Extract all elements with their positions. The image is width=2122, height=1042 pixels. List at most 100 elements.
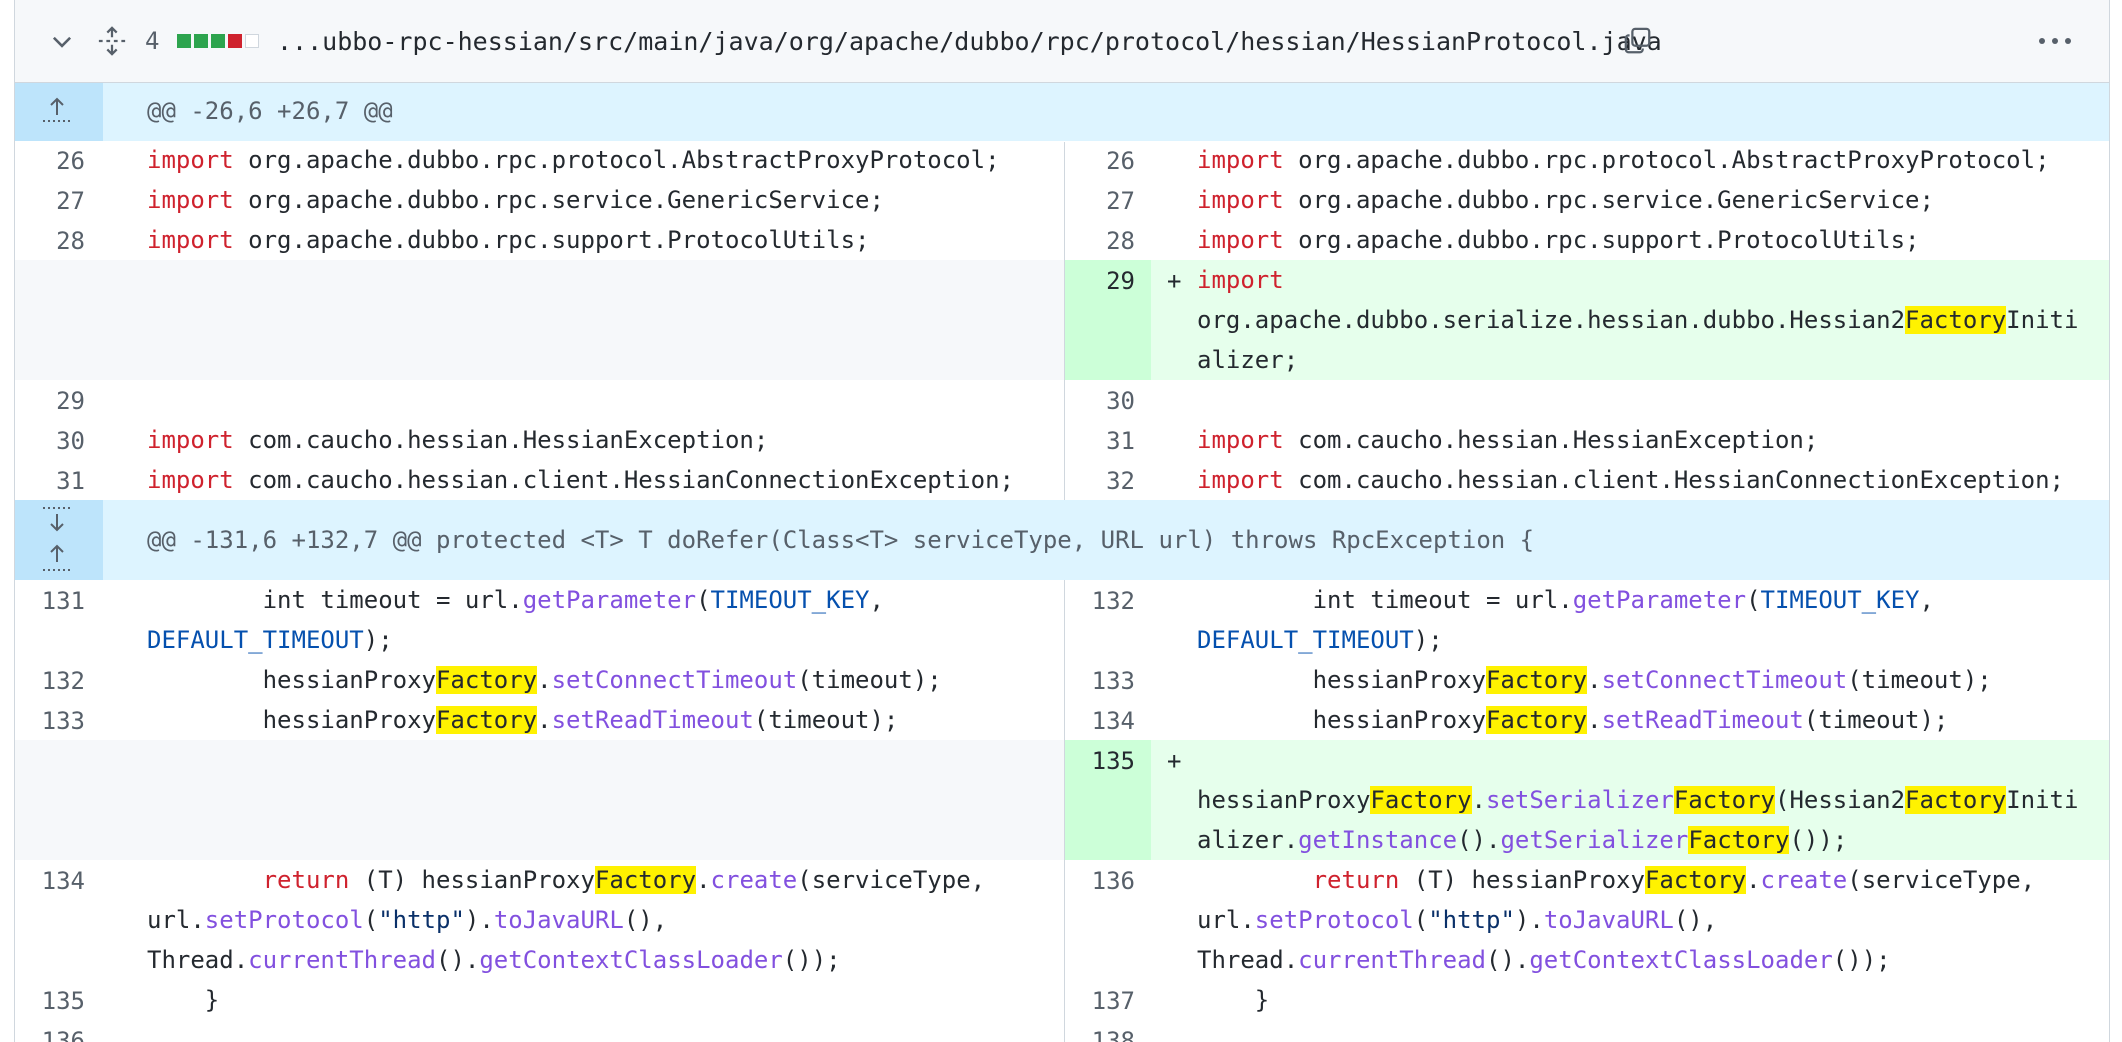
code-text: url. — [147, 906, 205, 934]
diffstat-block — [228, 34, 242, 48]
keyword: import — [1197, 186, 1284, 214]
code-text: (timeout); — [753, 706, 899, 734]
code-text: (), — [623, 906, 668, 934]
line-number-right-added[interactable]: 29 — [1065, 267, 1135, 295]
expand-down-icon[interactable] — [37, 504, 77, 538]
method-name: create — [710, 866, 798, 894]
line-number-left[interactable]: 136 — [15, 1027, 85, 1042]
keyword: import — [1197, 266, 1284, 294]
code-text: alizer; — [1197, 346, 1299, 374]
code-text: . — [537, 666, 552, 694]
hunk-header-text: @@ -131,6 +132,7 @@ protected <T> T doRe… — [147, 526, 1535, 554]
line-number-left[interactable]: 135 — [15, 987, 85, 1015]
expand-all-icon[interactable] — [97, 0, 127, 82]
collapse-chevron-icon[interactable] — [49, 0, 75, 82]
code-text: com.caucho.hessian.HessianException; — [248, 426, 769, 454]
method-name: getParameter — [522, 586, 697, 614]
code-line: hessianProxyFactory.setConnectTimeout(ti… — [1197, 660, 1992, 700]
search-highlight: Factory — [1905, 786, 2007, 814]
code-text: org.apache.dubbo.rpc.support.ProtocolUti… — [248, 226, 870, 254]
line-number-left[interactable]: 131 — [15, 587, 85, 615]
copy-icon[interactable] — [1623, 0, 1653, 82]
code-line: hessianProxyFactory.setConnectTimeout(ti… — [147, 660, 942, 700]
code-line: import org.apache.dubbo.rpc.support.Prot… — [147, 220, 869, 260]
code-text: int timeout = url. — [147, 586, 523, 614]
code-line: int timeout = url.getParameter(TIMEOUT_K… — [1197, 580, 1934, 660]
keyword: import — [147, 186, 234, 214]
line-number-right-added[interactable]: 135 — [1065, 747, 1135, 775]
keyword: import — [1197, 426, 1284, 454]
line-number-right[interactable]: 134 — [1065, 707, 1135, 735]
line-number-left[interactable]: 132 — [15, 667, 85, 695]
line-number-right[interactable]: 133 — [1065, 667, 1135, 695]
line-number-left[interactable]: 29 — [15, 387, 85, 415]
line-number-right[interactable]: 28 — [1065, 227, 1135, 255]
code-line: import com.caucho.hessian.client.Hessian… — [147, 460, 1014, 500]
code-text: (). — [1486, 946, 1530, 974]
line-number-right[interactable]: 30 — [1065, 387, 1135, 415]
code-line: import com.caucho.hessian.HessianExcepti… — [147, 420, 768, 460]
code-text: } — [1197, 986, 1270, 1014]
search-highlight: Factory — [1688, 826, 1790, 854]
string-literal: "http" — [378, 906, 465, 934]
line-number-right[interactable]: 136 — [1065, 867, 1135, 895]
line-number-right[interactable]: 32 — [1065, 467, 1135, 495]
method-name: create — [1760, 866, 1848, 894]
code-text: int timeout = url. — [1197, 586, 1573, 614]
keyword: import — [147, 146, 234, 174]
changed-lines-count: 4 — [145, 27, 160, 55]
keyword: import — [1197, 226, 1284, 254]
line-number-left[interactable]: 133 — [15, 707, 85, 735]
code-text: alizer. — [1197, 826, 1299, 854]
method-name: getContextClassLoader — [1529, 946, 1833, 974]
diffstat-block — [177, 34, 191, 48]
line-number-right[interactable]: 27 — [1065, 187, 1135, 215]
search-highlight: Factory — [435, 706, 538, 734]
keyword: import — [147, 466, 234, 494]
empty-side — [15, 260, 1064, 380]
diffstat-block — [211, 34, 225, 48]
line-number-right[interactable]: 132 — [1065, 587, 1135, 615]
code-line: import com.caucho.hessian.client.Hessian… — [1197, 460, 2064, 500]
line-number-right[interactable]: 137 — [1065, 987, 1135, 1015]
code-text: (), — [1673, 906, 1718, 934]
code-line: return (T) hessianProxyFactory.create(se… — [1197, 860, 2035, 980]
line-number-left[interactable]: 26 — [15, 147, 85, 175]
hunk-header: @@ -131,6 +132,7 @@ protected <T> T doRe… — [15, 500, 2109, 580]
code-text: hessianProxy — [1312, 706, 1486, 734]
expand-up-icon[interactable] — [37, 540, 77, 574]
line-number-left[interactable]: 28 — [15, 227, 85, 255]
code-text: (timeout); — [1847, 666, 1992, 694]
line-number-right[interactable]: 26 — [1065, 147, 1135, 175]
code-text: , — [869, 586, 884, 614]
kebab-menu-icon[interactable] — [2037, 0, 2073, 82]
search-highlight: Factory — [1905, 306, 2007, 334]
line-number-left[interactable]: 31 — [15, 467, 85, 495]
diffstat — [177, 0, 262, 82]
line-number-right[interactable]: 31 — [1065, 427, 1135, 455]
line-number-right[interactable]: 138 — [1065, 1027, 1135, 1042]
code-text: com.caucho.hessian.client.HessianConnect… — [248, 466, 1014, 494]
code-text: Thread. — [147, 946, 249, 974]
code-line: int timeout = url.getParameter(TIMEOUT_K… — [147, 580, 884, 660]
line-number-left[interactable]: 134 — [15, 867, 85, 895]
search-highlight: Factory — [1673, 786, 1775, 814]
expand-up-icon[interactable] — [37, 95, 77, 127]
code-text: Initi — [2006, 786, 2079, 814]
line-number-left[interactable]: 30 — [15, 427, 85, 455]
code-text: . — [1587, 706, 1602, 734]
code-text: . — [1471, 786, 1486, 814]
method-name: setSerializer — [1486, 786, 1674, 814]
method-name: toJavaURL — [1543, 906, 1674, 934]
code-text: com.caucho.hessian.HessianException; — [1298, 426, 1819, 454]
keyword: import — [1197, 146, 1284, 174]
search-highlight: Factory — [1485, 666, 1588, 694]
code-line-added: import org.apache.dubbo.serialize.hessian… — [1197, 260, 2078, 380]
code-line: import com.caucho.hessian.HessianExcepti… — [1197, 420, 1818, 460]
keyword: import — [1197, 466, 1284, 494]
file-path-link[interactable]: ...ubbo-rpc-hessian/src/main/java/org/ap… — [277, 0, 1662, 82]
line-number-left[interactable]: 27 — [15, 187, 85, 215]
